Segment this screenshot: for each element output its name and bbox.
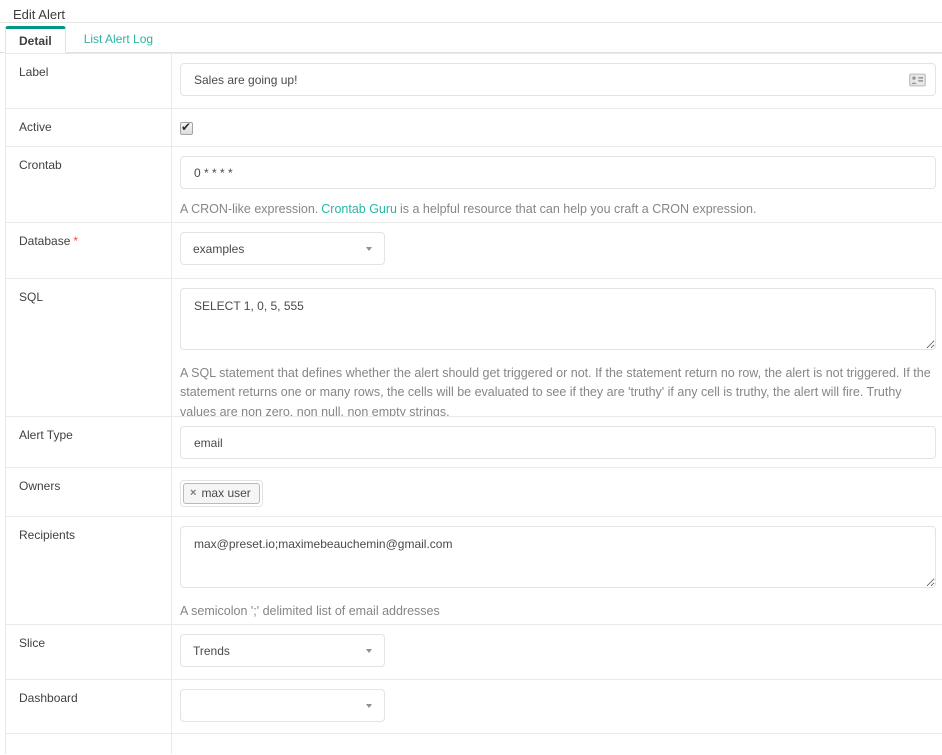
form-row-owners: Owners × max user <box>6 468 942 517</box>
form-row-crontab: Crontab A CRON-like expression.Crontab G… <box>6 147 942 223</box>
tab-bar: Detail List Alert Log <box>0 23 942 53</box>
form-row-recipients: Recipients max@preset.io;maximebeauchemi… <box>6 517 942 625</box>
active-checkbox[interactable]: ✔ <box>180 122 193 135</box>
slice-select-value: Trends <box>193 644 230 658</box>
owner-tag-label: max user <box>201 486 250 500</box>
form-row-cutoff <box>6 734 942 754</box>
slice-select[interactable]: Trends <box>180 634 385 667</box>
alert-type-input[interactable] <box>180 426 936 459</box>
form-row-active: Active ✔ <box>6 109 942 147</box>
label-input[interactable] <box>180 63 936 96</box>
tab-detail[interactable]: Detail <box>5 26 66 53</box>
active-field-label: Active <box>6 109 172 146</box>
database-field-label: Database* <box>6 223 172 278</box>
dropdown-caret-icon <box>366 247 372 251</box>
checkbox-check-icon: ✔ <box>181 120 191 134</box>
form-row-database: Database* examples <box>6 223 942 279</box>
edit-alert-page: Edit Alert Detail List Alert Log Label <box>0 0 942 754</box>
contact-card-icon <box>909 73 926 86</box>
form-row-slice: Slice Trends <box>6 625 942 680</box>
dashboard-select[interactable] <box>180 689 385 722</box>
owners-select[interactable]: × max user <box>180 480 263 507</box>
tab-list-alert-log[interactable]: List Alert Log <box>71 25 166 52</box>
owners-field-label: Owners <box>6 468 172 516</box>
dropdown-caret-icon <box>366 649 372 653</box>
page-title: Edit Alert <box>0 0 942 23</box>
required-marker: * <box>73 234 78 248</box>
form-row-alert-type: Alert Type <box>6 417 942 468</box>
dashboard-field-label: Dashboard <box>6 680 172 733</box>
database-select-value: examples <box>193 242 244 256</box>
recipients-help-text: A semicolon ';' delimited list of email … <box>180 602 936 621</box>
database-select[interactable]: examples <box>180 232 385 265</box>
crontab-guru-link[interactable]: Crontab Guru <box>321 202 397 216</box>
dropdown-caret-icon <box>366 704 372 708</box>
remove-tag-icon[interactable]: × <box>190 488 196 499</box>
recipients-textarea[interactable]: max@preset.io;maximebeauchemin@gmail.com <box>180 526 936 588</box>
sql-field-label: SQL <box>6 279 172 417</box>
owner-tag: × max user <box>183 483 260 504</box>
label-field-label: Label <box>6 54 172 108</box>
recipients-field-label: Recipients <box>6 517 172 624</box>
sql-textarea[interactable]: SELECT 1, 0, 5, 555 <box>180 288 936 350</box>
crontab-input[interactable] <box>180 156 936 189</box>
crontab-help-text: A CRON-like expression.Crontab Guruis a … <box>180 200 936 219</box>
form-row-sql: SQL SELECT 1, 0, 5, 555 A SQL statement … <box>6 279 942 417</box>
form-row-label: Label <box>6 54 942 109</box>
slice-field-label: Slice <box>6 625 172 679</box>
form-row-dashboard: Dashboard <box>6 680 942 734</box>
crontab-field-label: Crontab <box>6 147 172 222</box>
edit-alert-form: Label <box>5 53 942 754</box>
alert-type-field-label: Alert Type <box>6 417 172 467</box>
sql-help-text: A SQL statement that defines whether the… <box>180 364 936 417</box>
